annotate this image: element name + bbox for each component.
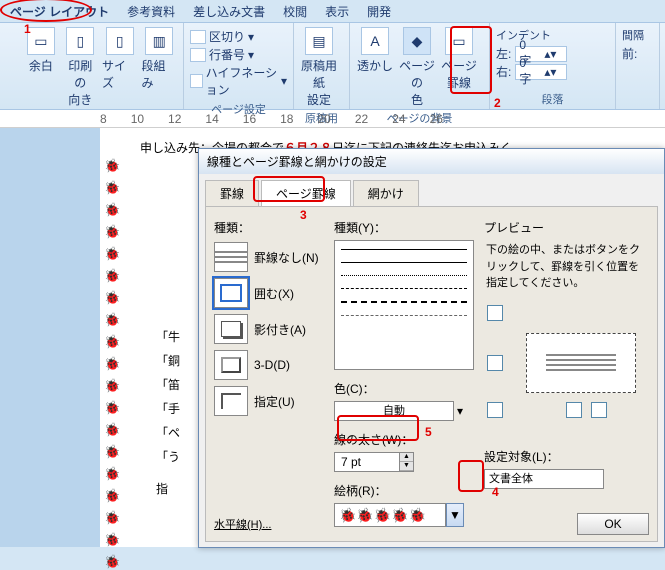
setting-shadow[interactable]: 影付き(A)	[214, 314, 324, 344]
setting-label: 種類：	[214, 219, 324, 236]
annotation-4: 4	[492, 485, 499, 499]
margins-button[interactable]: ▭余白	[23, 27, 58, 108]
preview-hint: 下の絵の中、またはボタンをクリックして、罫線を引く位置を指定してください。	[484, 240, 649, 294]
page-borders-button[interactable]: ▭ページ 罫線	[440, 27, 478, 108]
spacing-before-label: 前:	[622, 45, 637, 62]
annotation-2: 2	[494, 96, 501, 110]
setting-custom[interactable]: 指定(U)	[214, 386, 324, 416]
tab-mailings[interactable]: 差し込み文書	[193, 3, 265, 20]
tab-page-layout[interactable]: ページ レイアウト	[10, 3, 109, 20]
preview-bottom-button[interactable]	[487, 402, 503, 418]
orientation-button[interactable]: ▯印刷の 向き	[63, 27, 98, 108]
art-label: 絵柄(R)：	[334, 482, 474, 499]
dialog-tab-borders[interactable]: 罫線	[205, 180, 259, 206]
tab-references[interactable]: 参考資料	[127, 3, 175, 20]
breaks-button[interactable]: 区切り▾	[190, 28, 287, 45]
setting-box[interactable]: 囲む(X)	[214, 278, 324, 308]
horizontal-line-link[interactable]: 水平線(H)...	[214, 516, 271, 532]
color-label: 色(C)：	[334, 380, 474, 397]
manuscript-paper-button[interactable]: ▤原稿用紙 設定	[300, 27, 338, 108]
indent-label: インデント	[496, 27, 609, 43]
group-page-background: ページの背景	[356, 110, 483, 126]
size-button[interactable]: ▯サイズ	[102, 27, 137, 108]
setting-none[interactable]: 罫線なし(N)	[214, 242, 324, 272]
preview-mid-button[interactable]	[566, 402, 582, 418]
ribbon-tabbar: ページ レイアウト 参考資料 差し込み文書 校閲 表示 開発	[0, 0, 665, 22]
annotation-3: 3	[300, 208, 307, 222]
spacing-label: 間隔	[622, 27, 653, 43]
annotation-1: 1	[24, 22, 31, 36]
dialog-title: 線種とページ罫線と網かけの設定	[199, 149, 664, 174]
indent-right-label: 右:	[496, 63, 511, 80]
tab-developer[interactable]: 開発	[367, 3, 391, 20]
line-numbers-button[interactable]: 行番号▾	[190, 46, 287, 63]
dialog-tab-page-border[interactable]: ページ罫線	[261, 180, 351, 206]
page-color-button[interactable]: ◆ページの 色	[398, 27, 436, 108]
annotation-5: 5	[425, 425, 432, 439]
preview-left-button[interactable]	[487, 355, 503, 371]
columns-button[interactable]: ▥段組み	[142, 27, 177, 108]
group-paragraph: 段落	[496, 91, 609, 107]
width-label: 線の太さ(W)：	[334, 431, 474, 448]
tab-view[interactable]: 表示	[325, 3, 349, 20]
setting-3d[interactable]: 3-D(D)	[214, 350, 324, 380]
indent-right-input[interactable]: 0 字▴▾	[515, 64, 567, 80]
ribbon: ▭余白 ▯印刷の 向き ▯サイズ ▥段組み 区切り▾ 行番号▾ ハイフネーション…	[0, 22, 665, 110]
preview-label: プレビュー	[484, 219, 649, 236]
tab-review[interactable]: 校閲	[283, 3, 307, 20]
line-style-list[interactable]	[334, 240, 474, 370]
apply-to-select[interactable]: 文書全体	[484, 469, 604, 489]
watermark-button[interactable]: A透かし	[356, 27, 394, 108]
line-width-input[interactable]: 7 pt▲▼	[334, 452, 414, 472]
target-label: 設定対象(L)：	[484, 448, 649, 465]
page-border-art-left: 🐞🐞🐞🐞🐞🐞🐞🐞🐞🐞🐞🐞🐞🐞🐞🐞🐞🐞🐞	[104, 158, 120, 570]
ok-button[interactable]: OK	[577, 513, 649, 535]
style-label: 種類(Y)：	[334, 219, 474, 236]
preview-box	[526, 333, 636, 393]
hyphenation-button[interactable]: ハイフネーション▾	[190, 64, 287, 98]
preview-top-button[interactable]	[487, 305, 503, 321]
dialog-tab-shading[interactable]: 網かけ	[353, 180, 419, 206]
color-select[interactable]: 自動	[334, 401, 454, 421]
preview-right-button[interactable]	[591, 402, 607, 418]
indent-left-label: 左:	[496, 45, 511, 62]
borders-dialog: 線種とページ罫線と網かけの設定 罫線 ページ罫線 網かけ 種類： 罫線なし(N)…	[198, 148, 665, 548]
